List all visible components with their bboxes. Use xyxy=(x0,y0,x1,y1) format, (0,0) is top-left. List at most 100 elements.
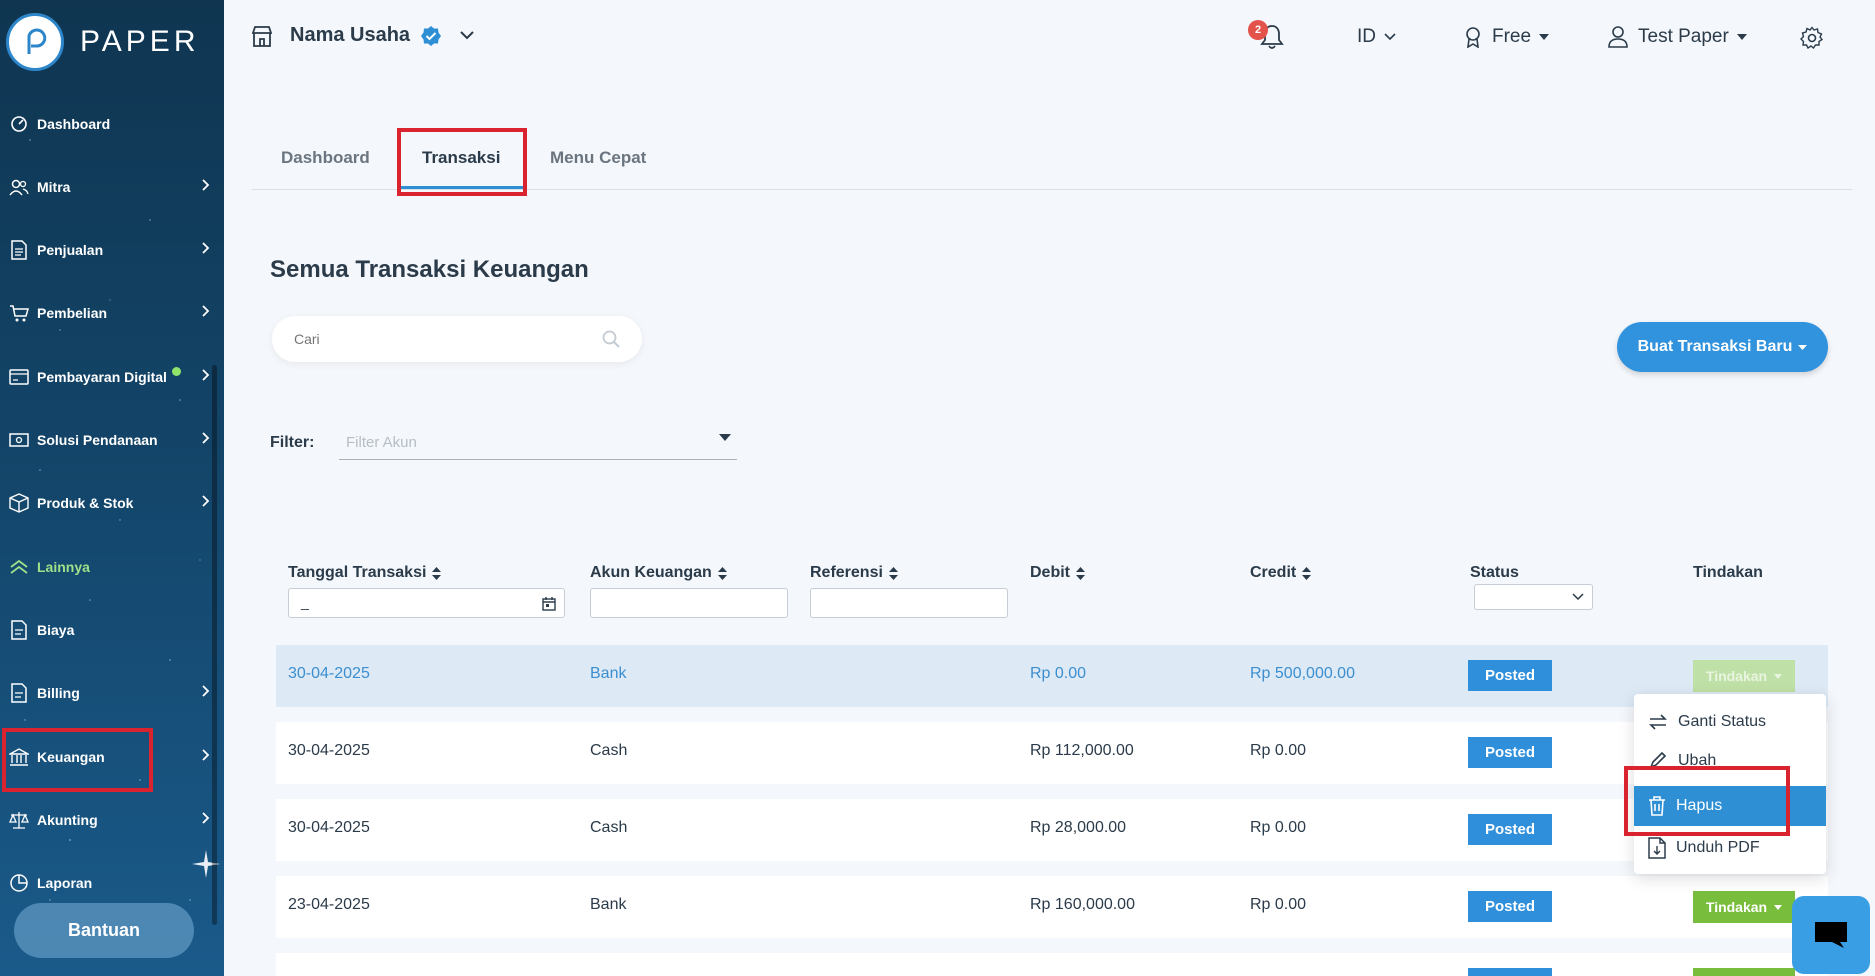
paper-logo[interactable]: PAPER xyxy=(6,12,199,72)
chat-widget-button[interactable] xyxy=(1792,896,1870,974)
actions-button-partial[interactable] xyxy=(1693,968,1795,976)
language-selector[interactable]: ID xyxy=(1357,26,1396,48)
caret-down-icon xyxy=(1736,34,1747,40)
scale-icon xyxy=(8,809,30,831)
sort-icon xyxy=(717,566,727,580)
sidebar-item-pembelian[interactable]: Pembelian xyxy=(0,293,224,333)
caret-down-icon xyxy=(1798,344,1808,350)
chevron-up-icon xyxy=(8,556,30,578)
status-filter-select[interactable] xyxy=(1474,584,1593,610)
verified-badge-icon xyxy=(421,25,442,46)
highlight-box-hapus xyxy=(1624,766,1790,836)
sidebar-item-label: Laporan xyxy=(37,875,93,891)
sidebar-item-biaya[interactable]: Biaya xyxy=(0,610,224,650)
chevron-right-icon xyxy=(202,369,210,381)
cell-date[interactable]: 30-04-2025 xyxy=(288,665,370,683)
status-badge: Posted xyxy=(1468,891,1552,922)
cell-debit: Rp 112,000.00 xyxy=(1030,742,1134,759)
cell-debit: Rp 0.00 xyxy=(1030,665,1087,682)
table-row[interactable]: 30-04-2025 Bank Rp 0.00 Rp 500,000.00 Po… xyxy=(276,645,1828,707)
sort-icon xyxy=(1076,566,1085,580)
cart-icon xyxy=(8,302,30,324)
chevron-right-icon xyxy=(202,812,210,824)
sidebar-item-akunting[interactable]: Akunting xyxy=(0,800,224,840)
column-header-label: Credit xyxy=(1250,564,1297,581)
search-input[interactable] xyxy=(294,331,602,347)
sidebar-item-pembayaran-digital[interactable]: Pembayaran Digital xyxy=(0,357,224,397)
document-icon xyxy=(8,682,30,704)
search-box[interactable] xyxy=(272,316,642,362)
table-row[interactable]: 23-04-2025 Bank Rp 160,000.00 Rp 0.00 Po… xyxy=(276,876,1828,938)
card-icon xyxy=(8,366,30,388)
sidebar-item-label: Produk & Stok xyxy=(37,495,134,511)
users-icon xyxy=(8,176,30,198)
column-header-credit[interactable]: Credit xyxy=(1250,564,1312,582)
user-menu[interactable]: Test Paper xyxy=(1608,26,1747,48)
help-button[interactable]: Bantuan xyxy=(14,903,194,958)
sidebar-item-label: Solusi Pendanaan xyxy=(37,432,158,448)
calendar-icon[interactable] xyxy=(542,597,556,611)
pie-icon xyxy=(8,872,30,894)
top-bar: Nama Usaha 2 ID Free Test Paper xyxy=(224,0,1875,80)
column-header-actions: Tindakan xyxy=(1693,564,1763,582)
sidebar-item-solusi-pendanaan[interactable]: Solusi Pendanaan xyxy=(0,420,224,460)
gear-icon[interactable] xyxy=(1800,26,1824,50)
account-filter-input[interactable] xyxy=(590,588,788,618)
column-header-label: Debit xyxy=(1030,564,1070,581)
user-icon xyxy=(1608,26,1628,48)
cell-date: 30-04-2025 xyxy=(288,742,370,759)
column-header-debit[interactable]: Debit xyxy=(1030,564,1085,582)
chevron-right-icon xyxy=(202,179,210,191)
caret-down-icon xyxy=(719,434,731,441)
sort-icon xyxy=(1302,566,1312,580)
user-name: Test Paper xyxy=(1638,26,1729,47)
date-filter-input[interactable]: _ xyxy=(288,588,565,618)
sidebar-item-laporan[interactable]: Laporan xyxy=(0,863,224,903)
filter-account-select[interactable]: Filter Akun xyxy=(339,422,737,460)
award-icon xyxy=(1466,27,1480,48)
caret-down-icon xyxy=(1539,34,1550,40)
filter-label: Filter: xyxy=(270,434,315,451)
sort-icon xyxy=(888,566,898,580)
sidebar-item-dashboard[interactable]: Dashboard xyxy=(0,104,224,144)
reference-filter-input[interactable] xyxy=(810,588,1008,618)
menu-item-label: Unduh PDF xyxy=(1676,839,1760,856)
actions-button[interactable]: Tindakan xyxy=(1693,660,1795,692)
sidebar-item-penjualan[interactable]: Penjualan xyxy=(0,230,224,270)
cell-credit: Rp 0.00 xyxy=(1250,896,1307,913)
menu-item-ganti-status[interactable]: Ganti Status xyxy=(1634,702,1826,742)
cell-credit: Rp 0.00 xyxy=(1250,742,1307,759)
column-header-reference[interactable]: Referensi xyxy=(810,564,898,582)
sidebar-item-mitra[interactable]: Mitra xyxy=(0,167,224,207)
table-row[interactable]: 30-04-2025 Cash Rp 112,000.00 Rp 0.00 Po… xyxy=(276,722,1828,784)
column-header-date[interactable]: Tanggal Transaksi xyxy=(288,564,442,582)
tab-menu-cepat[interactable]: Menu Cepat xyxy=(550,148,646,168)
actions-button[interactable]: Tindakan xyxy=(1693,891,1795,923)
status-badge-partial xyxy=(1468,968,1552,976)
cell-debit: Rp 160,000.00 xyxy=(1030,896,1135,913)
sidebar-item-label: Pembayaran Digital xyxy=(37,369,167,385)
cell-account[interactable]: Bank xyxy=(590,665,626,683)
table-row[interactable]: 30-04-2025 Cash Rp 28,000.00 Rp 0.00 Pos… xyxy=(276,799,1828,861)
highlight-box-keuangan xyxy=(2,728,153,792)
caret-down-icon xyxy=(1774,673,1783,679)
sidebar-item-billing[interactable]: Billing xyxy=(0,673,224,713)
sidebar-item-lainnya[interactable]: Lainnya xyxy=(0,547,224,587)
column-header-account[interactable]: Akun Keuangan xyxy=(590,564,727,582)
new-transaction-button[interactable]: Buat Transaksi Baru xyxy=(1617,322,1828,372)
sidebar-item-produk-stok[interactable]: Produk & Stok xyxy=(0,483,224,523)
column-header-label: Akun Keuangan xyxy=(590,564,712,581)
page-title: Semua Transaksi Keuangan xyxy=(270,256,589,283)
tab-dashboard[interactable]: Dashboard xyxy=(281,148,370,168)
business-selector[interactable]: Nama Usaha xyxy=(252,24,474,47)
table-row[interactable] xyxy=(276,953,1828,976)
document-icon xyxy=(8,619,30,641)
paper-logo-text: PAPER xyxy=(80,25,200,58)
sidebar-item-label: Pembelian xyxy=(37,305,108,321)
plan-selector[interactable]: Free xyxy=(1464,26,1550,48)
search-icon[interactable] xyxy=(602,330,620,348)
plan-label: Free xyxy=(1492,26,1532,47)
cell-account: Bank xyxy=(590,896,627,913)
sidebar-scrollbar[interactable] xyxy=(212,365,217,925)
new-transaction-label: Buat Transaksi Baru xyxy=(1637,338,1793,355)
